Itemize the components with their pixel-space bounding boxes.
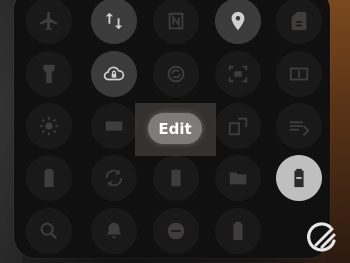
cloud-lock-tile[interactable]	[91, 51, 137, 97]
brightness-tile[interactable]	[26, 103, 72, 149]
battery-plus-tile[interactable]	[215, 208, 261, 254]
bell-tile[interactable]	[91, 208, 137, 254]
battery-saver-icon	[44, 168, 54, 188]
brightness-icon	[39, 116, 59, 136]
lock-screen-icon	[171, 169, 181, 187]
font-size-icon	[228, 117, 248, 136]
flashlight-icon	[43, 64, 55, 84]
airplane-tile[interactable]	[26, 0, 72, 44]
lock-screen-tile[interactable]	[153, 155, 199, 201]
nfc-tile[interactable]	[153, 0, 199, 44]
flashlight-tile[interactable]	[26, 51, 72, 97]
screenshot-icon	[228, 65, 248, 83]
battery-tile[interactable]	[276, 155, 322, 201]
cloud-lock-icon	[103, 66, 125, 81]
screen-mirror-icon	[289, 67, 309, 81]
sync-tile[interactable]	[153, 51, 199, 97]
airplane-icon	[39, 11, 58, 31]
data-transfer-icon	[105, 12, 123, 30]
search-tile[interactable]	[26, 208, 72, 254]
font-size-tile[interactable]	[215, 103, 261, 149]
keyboard-tile[interactable]	[91, 103, 137, 149]
sim-icon	[291, 11, 307, 31]
do-not-disturb-icon	[167, 222, 185, 240]
battery-saver-tile[interactable]	[26, 155, 72, 201]
sync-icon	[167, 65, 185, 83]
refresh-icon	[105, 169, 123, 187]
edit-button[interactable]: Edit	[148, 113, 202, 144]
folder-lock-icon	[229, 172, 247, 185]
location-tile[interactable]	[215, 0, 261, 44]
location-icon	[231, 11, 245, 31]
screenshot-tile[interactable]	[215, 51, 261, 97]
battery-icon	[294, 168, 304, 188]
keyboard-icon	[105, 121, 123, 131]
watermark-logo-icon	[307, 222, 336, 252]
cast-tile[interactable]	[276, 103, 322, 149]
do-not-disturb-tile[interactable]	[153, 208, 199, 254]
refresh-tile[interactable]	[91, 155, 137, 201]
screen-mirror-tile[interactable]	[276, 51, 322, 97]
sim-tile[interactable]	[276, 0, 322, 44]
nfc-icon	[168, 12, 184, 30]
data-transfer-tile[interactable]	[91, 0, 137, 44]
search-icon	[40, 222, 58, 240]
battery-plus-icon	[233, 221, 243, 241]
cast-icon	[289, 121, 310, 136]
folder-lock-tile[interactable]	[215, 155, 261, 201]
bell-icon	[106, 222, 122, 239]
